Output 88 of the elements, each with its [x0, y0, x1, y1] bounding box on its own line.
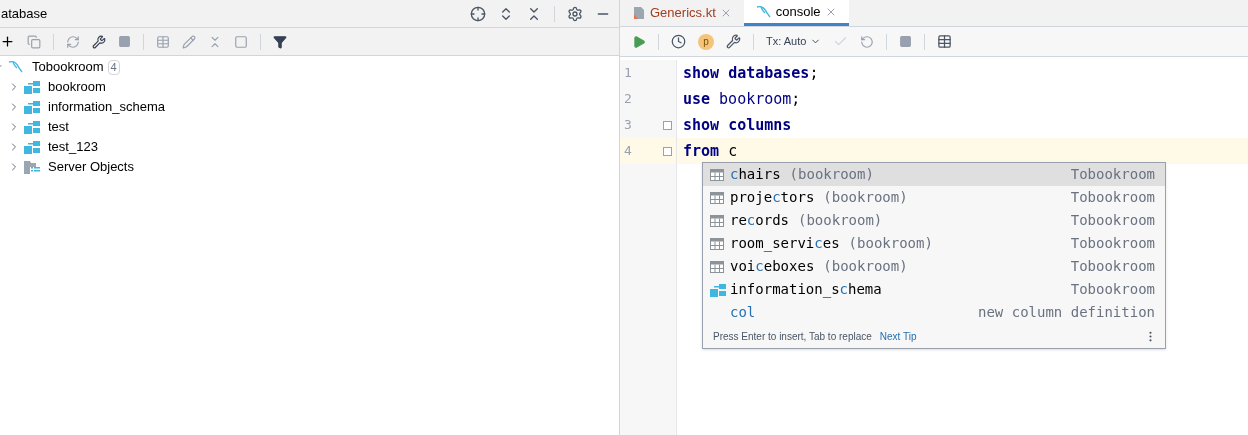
completion-source: new column definition [978, 303, 1155, 322]
line-number: 1 [624, 64, 632, 83]
schema-icon [24, 140, 40, 154]
completion-item[interactable]: chairs (bookroom) Tobookroom [703, 163, 1165, 186]
editor-tab[interactable]: Generics.kt [620, 0, 744, 26]
completion-qualifier: (bookroom) [823, 257, 908, 276]
completion-item[interactable]: records (bookroom) Tobookroom [703, 209, 1165, 232]
completion-name: records [730, 211, 789, 230]
add-icon[interactable] [0, 34, 15, 49]
completion-hint: Press Enter to insert, Tab to replace [713, 329, 872, 344]
schema-icon [24, 80, 40, 94]
stop-icon[interactable] [118, 35, 131, 48]
completion-name: col [730, 303, 756, 322]
stop-icon[interactable] [899, 35, 913, 48]
code-token: bookroom [719, 88, 792, 110]
refresh-icon[interactable] [66, 34, 80, 49]
fold-marker-icon[interactable] [663, 146, 672, 156]
dolphin-icon [8, 60, 24, 74]
tree-item[interactable]: information_schema [48, 97, 166, 117]
completion-source: Tobookroom [1070, 165, 1155, 184]
transaction-mode-dropdown[interactable]: Tx: Auto [766, 33, 822, 50]
completion-source: Tobookroom [1070, 257, 1155, 276]
completion-item[interactable]: information_schema Tobookroom [703, 278, 1165, 301]
table-icon [710, 168, 724, 181]
completion-name: chairs [730, 165, 781, 184]
schema-icon [710, 282, 726, 297]
completion-qualifier: (bookroom) [789, 165, 874, 184]
completion-item[interactable]: room_services (bookroom) Tobookroom [703, 232, 1165, 255]
tree-item[interactable]: Server Objects [48, 157, 134, 177]
code-token: ; [791, 88, 801, 110]
tree-item[interactable]: test_123 [48, 137, 98, 157]
tree-item[interactable]: bookroom [48, 77, 106, 97]
code-token: databases [728, 62, 810, 84]
jump-icon[interactable] [208, 34, 222, 49]
code-token: from [683, 140, 720, 162]
code-token: c [728, 140, 738, 162]
code-token: show [683, 62, 720, 84]
completion-name: voiceboxes [730, 257, 815, 276]
editor-tab[interactable]: console [743, 0, 849, 26]
line-number: 4 [624, 142, 632, 161]
schema-icon [24, 100, 40, 114]
completion-name: projectors [730, 188, 815, 207]
wrench-icon[interactable] [726, 34, 741, 49]
panel-title: atabase [0, 4, 48, 23]
table-icon [710, 237, 724, 250]
completion-qualifier: (bookroom) [823, 188, 908, 207]
code-token: show [683, 114, 720, 136]
query-icon[interactable] [234, 34, 248, 49]
completion-name: room_services [730, 234, 840, 254]
completion-qualifier: (bookroom) [848, 234, 933, 253]
code-token: use [683, 88, 711, 110]
table-icon [710, 191, 724, 204]
code-token: columns [728, 114, 792, 136]
fold-marker-icon[interactable] [663, 120, 672, 130]
file-icon [632, 6, 646, 20]
completion-item[interactable]: projectors (bookroom) Tobookroom [703, 186, 1165, 209]
tree-item[interactable]: test [48, 117, 69, 137]
edit-icon[interactable] [182, 34, 196, 49]
completion-item[interactable]: voiceboxes (bookroom) Tobookroom [703, 255, 1165, 278]
wrench-icon[interactable] [92, 34, 106, 49]
completion-source: Tobookroom [1070, 188, 1155, 207]
run-icon[interactable] [632, 34, 646, 49]
tree-item[interactable]: Tobookroom [32, 57, 104, 77]
line-number: 2 [624, 90, 632, 109]
dolphin-icon [755, 4, 772, 19]
rollback-icon[interactable] [860, 34, 875, 49]
completion-source: Tobookroom [1070, 234, 1155, 253]
next-tip-link[interactable]: Next Tip [879, 328, 917, 344]
line-number: 3 [624, 116, 632, 135]
completion-item[interactable]: col new column definition [703, 301, 1165, 324]
schema-icon [24, 120, 40, 134]
count-badge: 4 [107, 59, 120, 75]
parameter-icon[interactable]: p [698, 33, 714, 50]
completion-qualifier: (bookroom) [798, 211, 883, 230]
copy-icon[interactable] [27, 34, 41, 49]
completion-source: Tobookroom [1070, 211, 1155, 230]
completion-source: Tobookroom [1070, 280, 1155, 299]
table-icon[interactable] [156, 34, 170, 49]
output-table-icon[interactable] [937, 34, 953, 49]
settings-icon[interactable] [567, 5, 583, 22]
completion-name: information_schema [730, 280, 882, 300]
filter-icon[interactable] [273, 34, 287, 49]
locate-icon[interactable] [470, 5, 486, 22]
folder-list-icon [24, 160, 40, 174]
history-icon[interactable] [671, 34, 686, 49]
table-icon [710, 260, 724, 273]
table-icon [710, 214, 724, 227]
code-token: ; [809, 62, 819, 84]
